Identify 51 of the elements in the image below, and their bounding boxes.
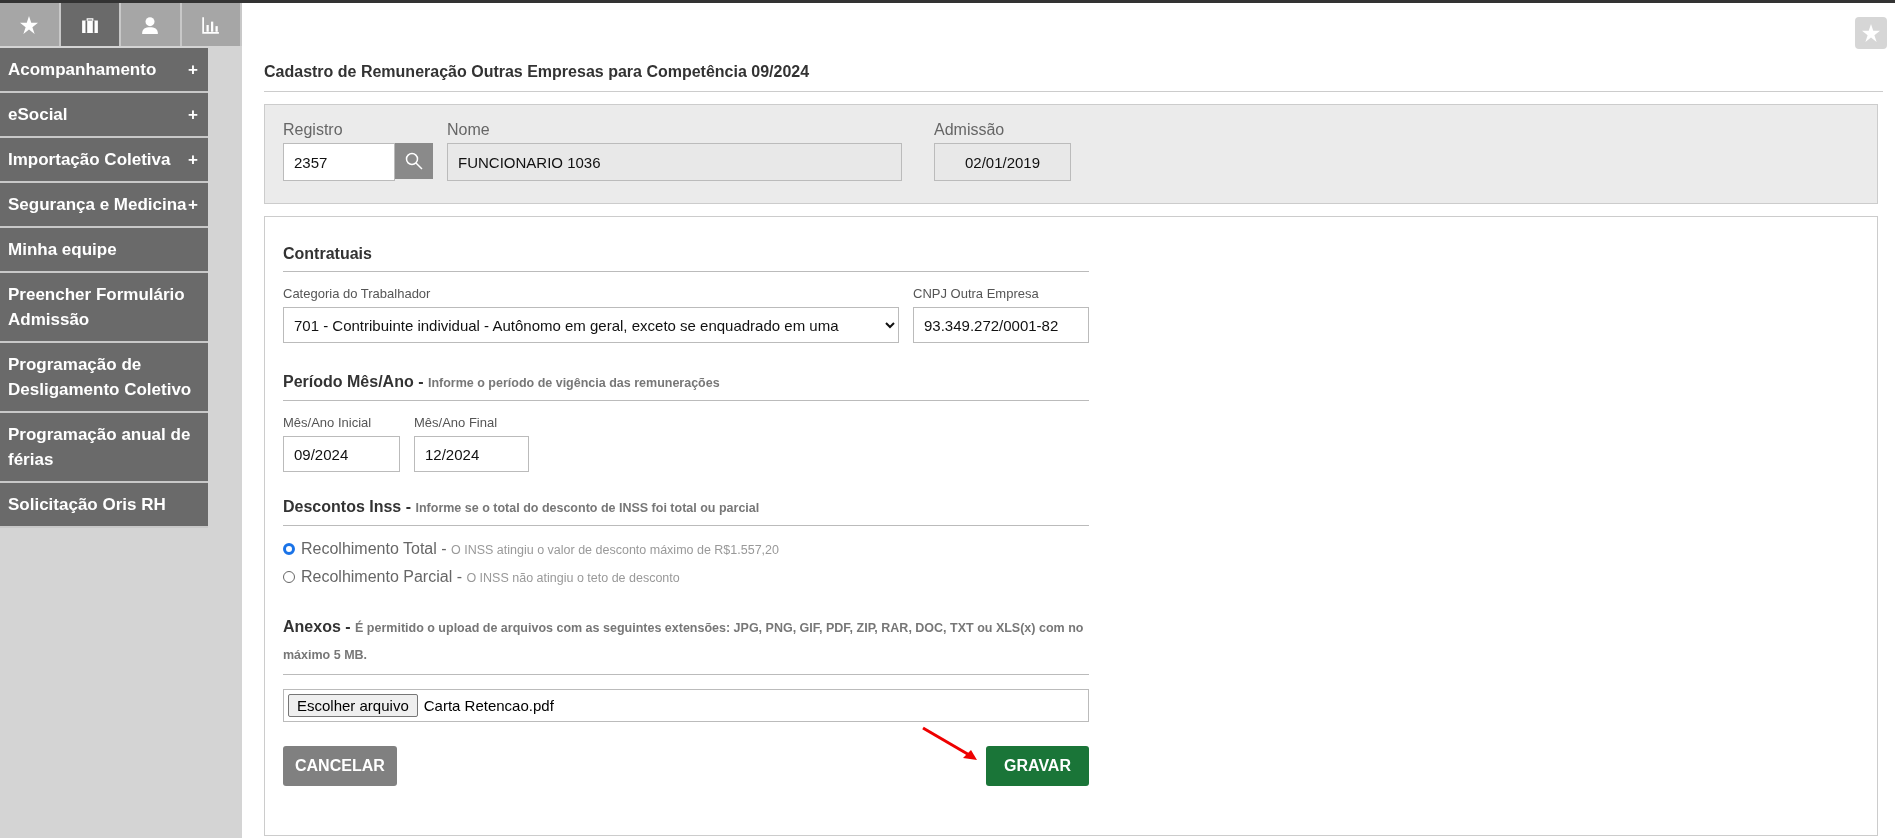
menu-item[interactable]: Importação Coletiva + bbox=[0, 138, 208, 183]
menu-item[interactable]: eSocial + bbox=[0, 93, 208, 138]
menu-item[interactable]: Segurança e Medicina+ bbox=[0, 183, 208, 228]
star-icon bbox=[20, 15, 39, 34]
chart-icon bbox=[201, 15, 220, 34]
file-field[interactable]: Escolher arquivo Carta Retencao.pdf bbox=[283, 689, 1089, 722]
menu-item[interactable]: Minha equipe bbox=[0, 228, 208, 273]
registro-field[interactable]: 2357 bbox=[283, 143, 395, 181]
sidebar-tab[interactable] bbox=[121, 3, 182, 46]
arrow-drawing bbox=[921, 726, 979, 762]
field-label: Nome bbox=[447, 121, 491, 139]
expand-icon: + bbox=[188, 192, 198, 217]
section-title: Anexos - É permitido o upload de arquivos com as seguintes extensões: JPG, PNG, GIF, PDF, ZIP, RAR, DOC, TXT ou XLS(x) com no máximo 5 MB. bbox=[283, 614, 1089, 675]
star-icon bbox=[1862, 24, 1880, 42]
field-label: Mês/Ano Final bbox=[414, 415, 499, 430]
person-icon bbox=[141, 15, 160, 34]
section-title: Contratuais bbox=[283, 243, 1089, 272]
cancel-button[interactable]: CANCELAR bbox=[283, 746, 397, 786]
page-title: Cadastro de Remuneração Outras Empresas para Competência 09/2024 bbox=[264, 3, 1883, 92]
choose-file-button[interactable]: Escolher arquivo bbox=[288, 694, 418, 717]
save-button[interactable]: GRAVAR bbox=[986, 746, 1089, 786]
search-button[interactable] bbox=[395, 143, 433, 179]
cnpj-field[interactable]: 93.349.272/0001-82 bbox=[913, 307, 1089, 343]
expand-icon: + bbox=[188, 57, 198, 82]
date-field[interactable]: 09/2024 bbox=[283, 436, 400, 472]
expand-icon: + bbox=[188, 102, 198, 127]
section-title: Período Mês/Ano - Informe o período de vigência das remunerações bbox=[283, 371, 1089, 401]
categoria-dropdown[interactable]: 701 - Contribuinte individual - Autônomo em geral, exceto se enquadrado em uma bbox=[283, 307, 899, 343]
menu-item[interactable]: Solicitação Oris RH bbox=[0, 483, 208, 528]
menu-item[interactable]: Preencher Formulário Admissão bbox=[0, 273, 208, 343]
radio-label[interactable]: Recolhimento Total - O INSS atingiu o valor de desconto máximo de R$1.557,20 bbox=[301, 540, 779, 558]
field-label: Admissão bbox=[934, 121, 1006, 139]
field-label: Registro bbox=[283, 121, 344, 139]
sidebar-tab[interactable] bbox=[181, 3, 242, 46]
menu-item[interactable]: Acompanhamento + bbox=[0, 48, 208, 93]
radio-label[interactable]: Recolhimento Parcial - O INSS não atingiu o teto de desconto bbox=[301, 568, 680, 586]
briefcase-icon bbox=[80, 15, 99, 34]
field-label: Categoria do Trabalhador bbox=[283, 286, 432, 301]
radio-button[interactable] bbox=[283, 543, 295, 555]
search-icon bbox=[405, 152, 423, 170]
menu-item[interactable]: Programação de Desligamento Coletivo bbox=[0, 343, 208, 413]
field-label: Mês/Ano Inicial bbox=[283, 415, 373, 430]
sidebar-tab[interactable] bbox=[60, 3, 121, 46]
sidebar-tab[interactable] bbox=[0, 3, 61, 46]
section-title: Descontos Inss - Informe se o total do desconto de INSS foi total ou parcial bbox=[283, 496, 1089, 526]
menu-item[interactable]: Programação anual de férias bbox=[0, 413, 208, 483]
nome-field[interactable]: FUNCIONARIO 1036 bbox=[447, 143, 902, 181]
expand-icon: + bbox=[188, 147, 198, 172]
admissao-field[interactable]: 02/01/2019 bbox=[934, 143, 1071, 181]
date-field[interactable]: 12/2024 bbox=[414, 436, 529, 472]
field-label: CNPJ Outra Empresa bbox=[913, 286, 1040, 301]
